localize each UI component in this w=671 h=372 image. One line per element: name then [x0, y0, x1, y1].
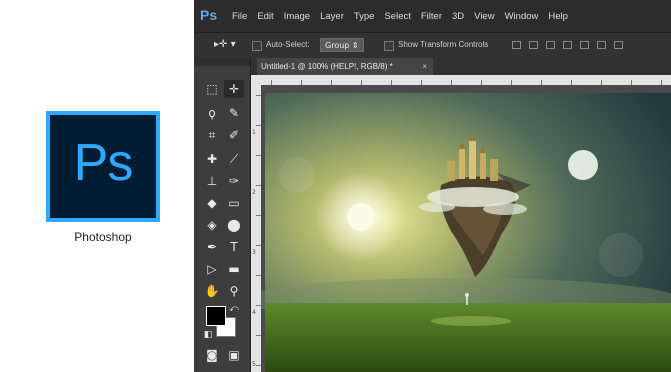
document-tab-bar: Untitled-1 @ 100% (HELP!, RGB/8) * ×: [251, 58, 671, 75]
foreground-color-swatch[interactable]: [206, 306, 226, 326]
options-bar: ▸✛ ▾ Auto-Select: Group ⇕ Show Transform…: [194, 32, 671, 59]
auto-select-label: Auto-Select:: [266, 40, 310, 49]
history-brush-tool-icon[interactable]: ✑: [224, 172, 244, 190]
menu-window[interactable]: Window: [505, 11, 539, 22]
ruler-label: 2: [252, 189, 256, 196]
rectangle-tool-icon[interactable]: ▬: [224, 260, 244, 278]
brush-tool-icon[interactable]: ⟋: [224, 150, 244, 168]
blur-tool-icon[interactable]: ◈: [202, 216, 222, 234]
auto-select-checkbox[interactable]: [252, 41, 262, 51]
ruler-label: 3: [252, 249, 256, 256]
menu-view[interactable]: View: [474, 11, 494, 22]
menu-layer[interactable]: Layer: [320, 11, 344, 22]
eyedropper-tool-icon[interactable]: ✐: [224, 126, 244, 144]
menu-select[interactable]: Select: [384, 11, 410, 22]
document-canvas[interactable]: [261, 85, 671, 372]
align-left-icon[interactable]: [563, 41, 572, 49]
document-tab-title: Untitled-1 @ 100% (HELP!, RGB/8) *: [261, 62, 393, 71]
eraser-tool-icon[interactable]: ◆: [202, 194, 222, 212]
lasso-tool-icon[interactable]: ϙ: [202, 104, 222, 122]
align-bottom-icon[interactable]: [546, 41, 555, 49]
menu-help[interactable]: Help: [548, 11, 568, 22]
menu-image[interactable]: Image: [284, 11, 310, 22]
clone-stamp-tool-icon[interactable]: ⊥: [202, 172, 222, 190]
fantasy-scene-image: [261, 85, 671, 372]
ruler-label: 1: [252, 129, 256, 136]
photoshop-logo-icon: Ps: [46, 111, 160, 222]
type-tool-icon[interactable]: T: [224, 238, 244, 256]
document-tab[interactable]: Untitled-1 @ 100% (HELP!, RGB/8) * ×: [257, 58, 433, 75]
healing-brush-tool-icon[interactable]: ✚: [202, 150, 222, 168]
menu-type[interactable]: Type: [354, 11, 375, 22]
app-logo-panel: Ps Photoshop: [0, 0, 194, 372]
align-hcenter-icon[interactable]: [580, 41, 589, 49]
quick-mask-icon[interactable]: ◙: [202, 346, 222, 364]
app-logo-icon: Ps: [200, 7, 218, 23]
align-vcenter-icon[interactable]: [529, 41, 538, 49]
close-tab-icon[interactable]: ×: [422, 58, 427, 75]
distribute-icon[interactable]: [614, 41, 623, 49]
menu-3d[interactable]: 3D: [452, 11, 464, 22]
pen-tool-icon[interactable]: ✒: [202, 238, 222, 256]
align-right-icon[interactable]: [597, 41, 606, 49]
panel-grip[interactable]: [194, 58, 250, 66]
show-transform-label: Show Transform Controls: [398, 40, 489, 49]
menu-filter[interactable]: Filter: [421, 11, 442, 22]
ruler-label: 5: [252, 361, 256, 368]
swap-colors-icon[interactable]: ⤺: [224, 300, 244, 318]
dodge-tool-icon[interactable]: ⬤: [224, 216, 244, 234]
tools-panel: ⬚ ✛ ϙ ✎ ⌗ ✐ ✚ ⟋ ⊥ ✑ ◆ ▭ ◈ ⬤ ✒ T ▷ ▬ ✋ ⚲ …: [194, 58, 251, 372]
align-top-icon[interactable]: [512, 41, 521, 49]
logo-text: Ps: [73, 134, 134, 192]
show-transform-checkbox[interactable]: [384, 41, 394, 51]
menu-file[interactable]: File: [232, 11, 247, 22]
menu-bar: Ps File Edit Image Layer Type Select Fil…: [194, 0, 671, 32]
quick-select-tool-icon[interactable]: ✎: [224, 104, 244, 122]
photoshop-window: Ps File Edit Image Layer Type Select Fil…: [194, 0, 671, 372]
auto-select-value: Group: [325, 41, 350, 50]
move-tool-icon[interactable]: ✛: [224, 80, 244, 98]
ruler-label: 4: [252, 309, 256, 316]
menu-edit[interactable]: Edit: [257, 11, 273, 22]
align-buttons: [512, 41, 623, 49]
default-colors-icon[interactable]: ◧: [198, 326, 218, 344]
app-name-label: Photoshop: [74, 230, 132, 244]
auto-select-dropdown[interactable]: Group ⇕: [320, 38, 364, 52]
menu-items: File Edit Image Layer Type Select Filter…: [232, 11, 568, 22]
hand-tool-icon[interactable]: ✋: [202, 282, 222, 300]
crop-tool-icon[interactable]: ⌗: [202, 126, 222, 144]
gradient-tool-icon[interactable]: ▭: [224, 194, 244, 212]
move-tool-preset-icon[interactable]: ▸✛ ▾: [214, 39, 236, 50]
screen-mode-icon[interactable]: ▣: [224, 346, 244, 364]
path-selection-tool-icon[interactable]: ▷: [202, 260, 222, 278]
marquee-tool-icon[interactable]: ⬚: [202, 80, 222, 98]
zoom-tool-icon[interactable]: ⚲: [224, 282, 244, 300]
